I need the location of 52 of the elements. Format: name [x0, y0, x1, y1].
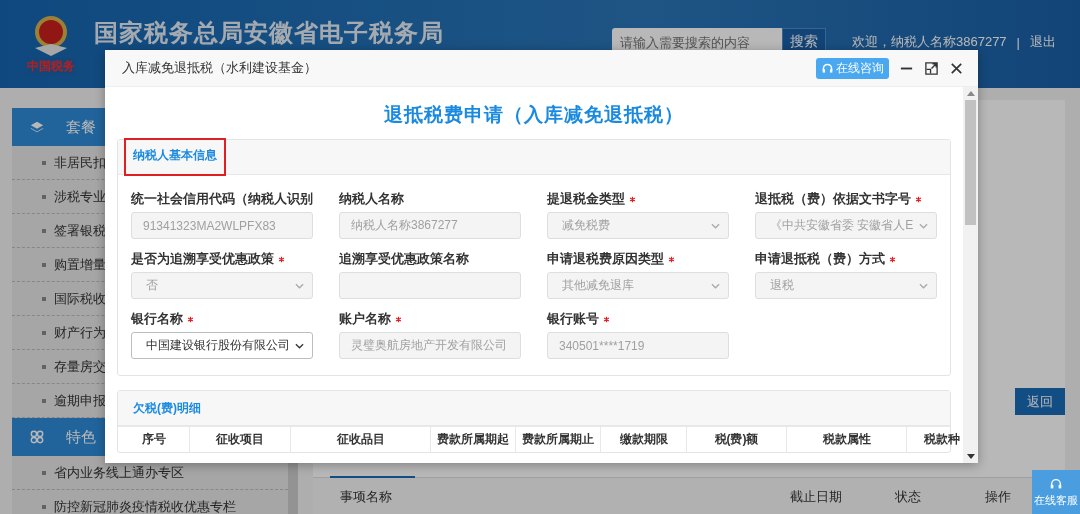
column-header: 费款所属期止 [516, 427, 601, 452]
chevron-down-icon [919, 222, 928, 229]
consult-button[interactable]: 在线咨询 [816, 57, 889, 79]
field-label: 纳税人名称 [339, 190, 404, 208]
form-heading: 退抵税费申请（入库减免退抵税） [383, 103, 685, 127]
layers-icon [30, 120, 44, 134]
welcome-text: 欢迎，纳税人名称3867277 [852, 33, 1007, 51]
section-title: 欠税(费)明细 [132, 399, 202, 417]
scroll-down-icon[interactable] [966, 454, 975, 459]
column-header: 缴款期限 [601, 427, 687, 452]
field-label: 追溯享受优惠政策名称 [339, 250, 469, 268]
field-label: 申请退抵税（费）方式 [755, 250, 885, 268]
scrollbar[interactable] [963, 87, 978, 463]
logout-link[interactable]: 退出 [1030, 33, 1056, 51]
column-header: 税款属性 [787, 427, 907, 452]
field-label: 提退税金类型 [547, 190, 625, 208]
column-header: 事项名称 [340, 488, 392, 506]
maximize-icon[interactable] [924, 60, 939, 76]
field-label: 退抵税（费）依据文书字号 [755, 190, 911, 208]
dialog-title: 入库减免退抵税（水利建设基金） [122, 59, 317, 77]
chevron-down-icon [295, 342, 304, 349]
chevron-down-icon [711, 282, 720, 289]
column-header: 征收品目 [291, 427, 431, 452]
field-label: 申请退税费原因类型 [547, 250, 664, 268]
clover-icon [30, 430, 44, 444]
chevron-down-icon [295, 282, 304, 289]
chevron-down-icon [919, 282, 928, 289]
field-label: 银行账号 [547, 310, 599, 328]
column-header: 操作 [985, 488, 1011, 506]
field-label: 是否为追溯享受优惠政策 [131, 250, 274, 268]
scroll-up-icon[interactable] [966, 91, 975, 96]
headset-icon [1049, 476, 1063, 491]
column-header: 税(费)额 [687, 427, 787, 452]
online-service-button[interactable]: 在线客服 [1032, 470, 1080, 514]
chevron-down-icon [711, 222, 720, 229]
column-header: 序号 [118, 427, 190, 452]
section-title: 纳税人基本信息 [124, 138, 226, 176]
column-header: 截止日期 [790, 488, 842, 506]
scroll-thumb[interactable] [965, 100, 976, 225]
logo-text: 中国税务 [27, 57, 75, 75]
column-header: 费款所属期起 [431, 427, 516, 452]
site-title: 国家税务总局安徽省电子税务局 [94, 18, 444, 48]
separator-text: | [1016, 34, 1020, 50]
close-icon[interactable] [949, 60, 964, 76]
select-field[interactable]: 中国建设银行股份有限公司 [131, 332, 313, 359]
column-header: 状态 [895, 488, 921, 506]
field-label: 银行名称 [131, 310, 183, 328]
back-button[interactable]: 返回 [1015, 388, 1065, 415]
headset-icon [821, 61, 834, 75]
field-label: 统一社会信用代码（纳税人识别 [131, 190, 313, 208]
column-header: 征收项目 [190, 427, 291, 452]
field-label: 账户名称 [339, 310, 391, 328]
